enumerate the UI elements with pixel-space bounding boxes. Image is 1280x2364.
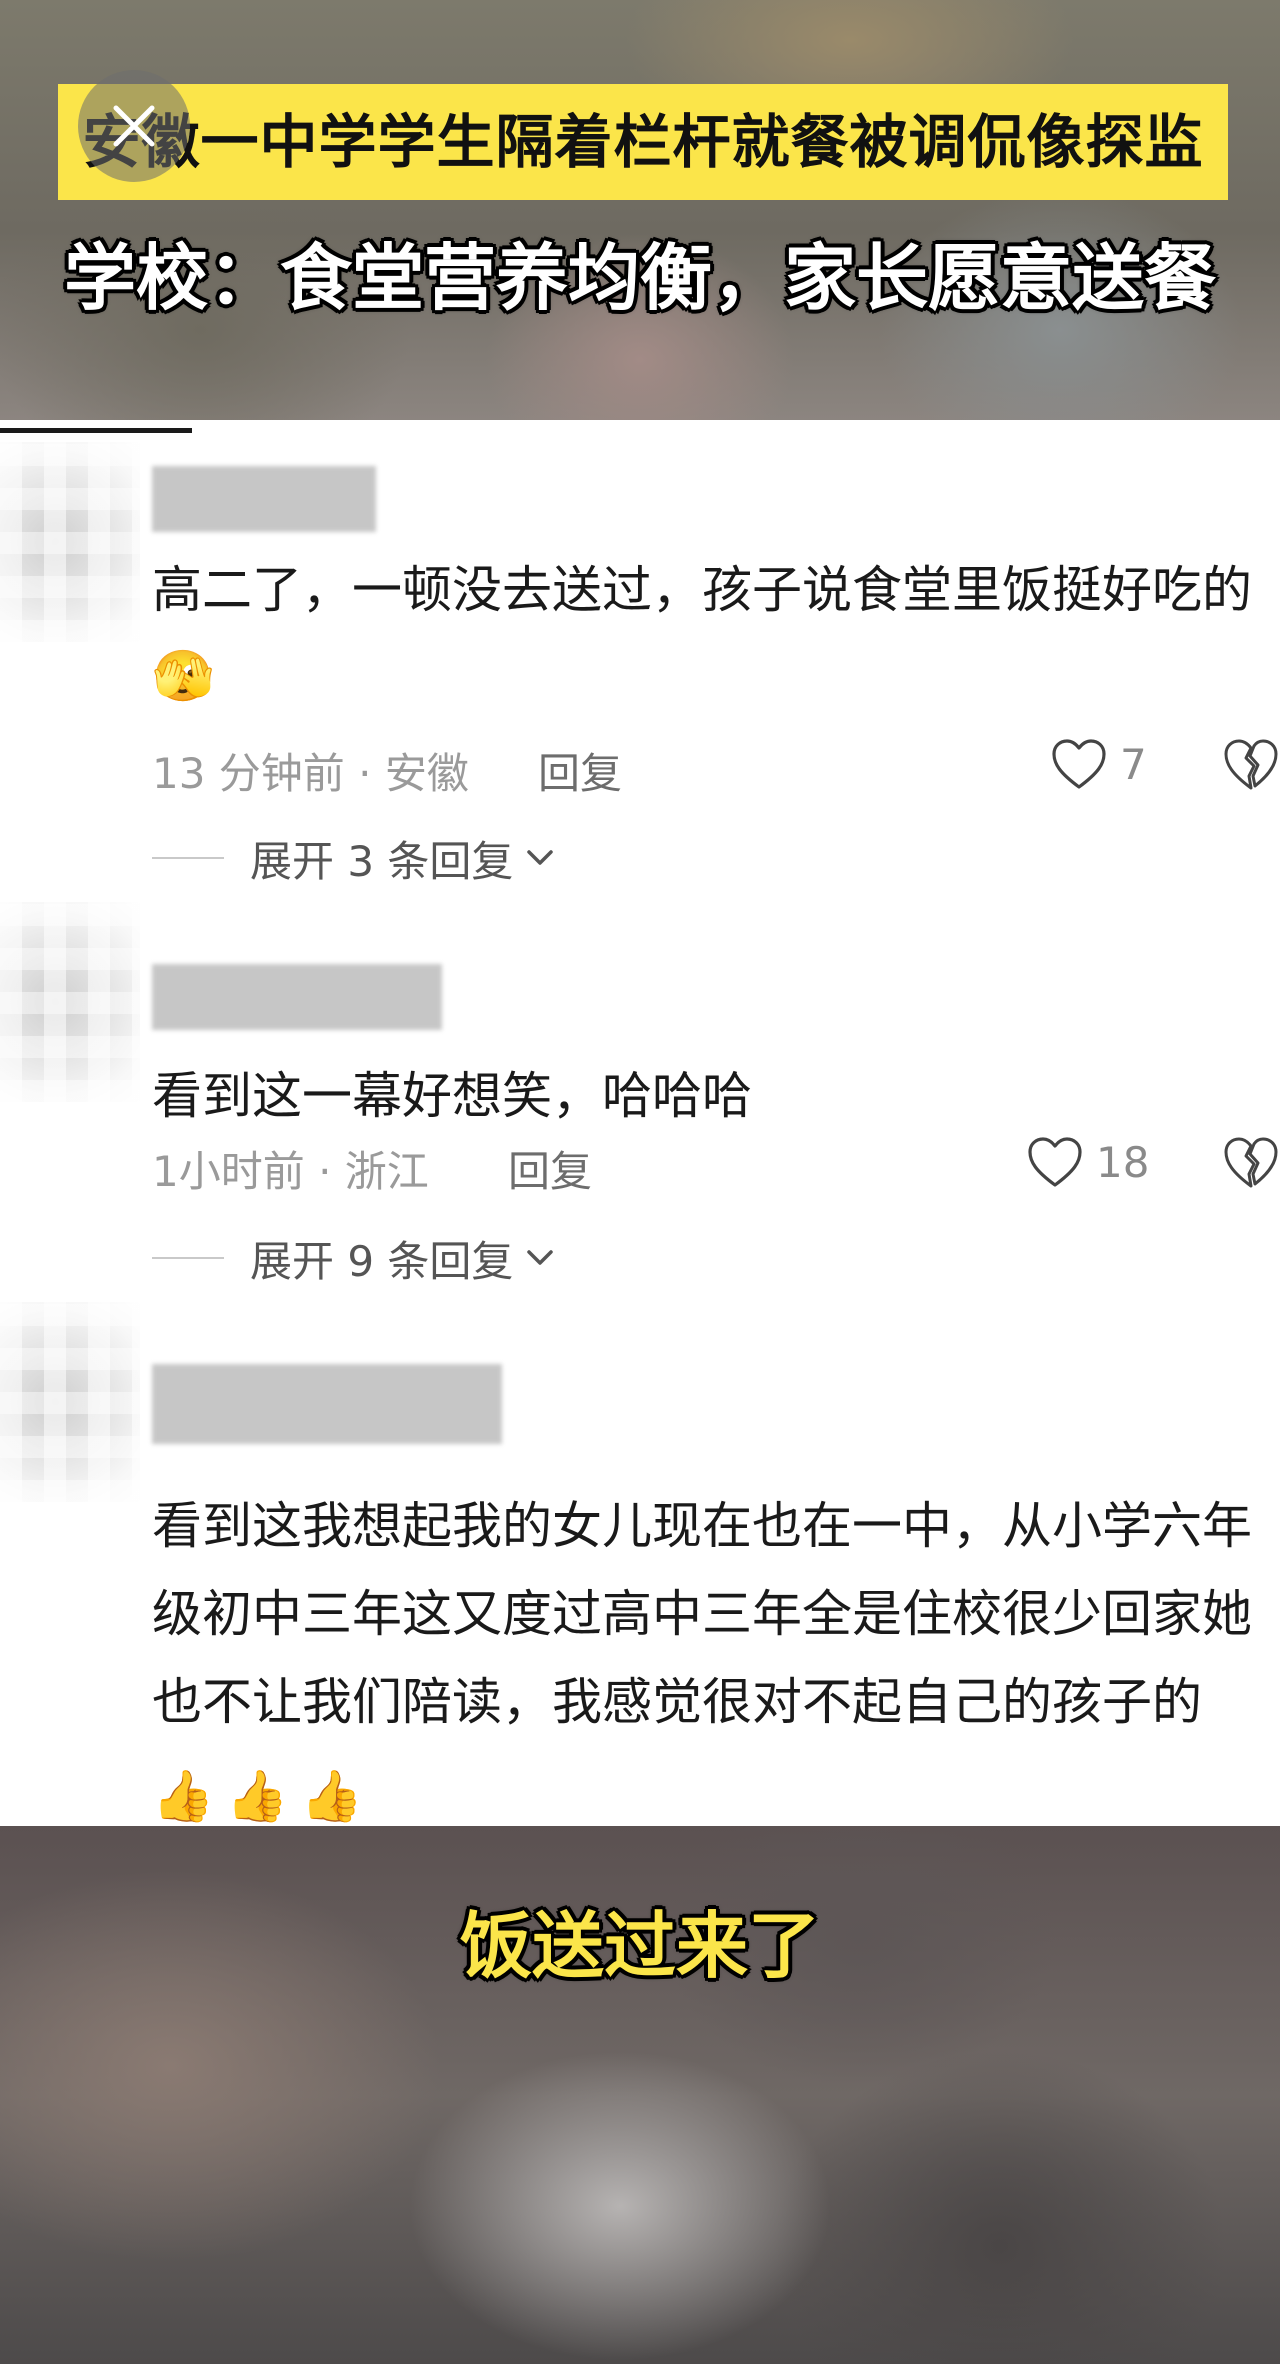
broken-heart-icon (1224, 1137, 1278, 1188)
avatar[interactable] (0, 902, 140, 1102)
comment-text: 高二了，一顿没去送过，孩子说食堂里饭挺好吃的 🫣 (152, 550, 1272, 710)
video-subtitle: 饭送过来了 (459, 1904, 820, 1988)
expand-replies-label: 展开 3 条回复 (250, 836, 514, 886)
comment-item: 看到这一幕好想笑，哈哈哈 1小时前 · 浙江 回复 18 展开 9 条回复 (0, 902, 1280, 1302)
comment-meta: 1小时前 · 浙江 回复 18 (152, 1132, 1280, 1196)
comment-text: 看到这一幕好想笑，哈哈哈 (152, 1056, 1272, 1136)
expand-divider (152, 857, 224, 859)
comment-time-location: 13 分钟前 · 安徽 (152, 749, 469, 798)
comment-time-location: 1小时前 · 浙江 (152, 1147, 429, 1196)
face-peeking-emoji-icon: 🫣 (152, 647, 215, 705)
like-count: 7 (1120, 739, 1147, 789)
chevron-down-icon (527, 850, 554, 865)
reply-button[interactable]: 回复 (538, 740, 622, 801)
broken-heart-icon (1224, 739, 1278, 790)
video-top-frame: 安徽一中学学生隔着栏杆就餐被调侃像探监 学校：食堂营养均衡，家长愿意送餐 (0, 0, 1280, 420)
expand-replies-button[interactable]: 展开 3 条回复 (152, 828, 555, 888)
thumbs-up-emoji-icon: 👍👍👍 (152, 1767, 375, 1825)
video-bottom-frame: 饭送过来了 (0, 1826, 1280, 2364)
heart-outline-icon (1028, 1137, 1082, 1187)
comment-body: 看到这一幕好想笑，哈哈哈 (152, 1067, 752, 1125)
expand-replies-label: 展开 9 条回复 (250, 1236, 514, 1286)
close-icon (113, 105, 155, 147)
comment-meta: 13 分钟前 · 安徽 回复 7 (152, 734, 1280, 798)
username-blurred[interactable] (152, 466, 376, 532)
reply-button[interactable]: 回复 (508, 1138, 592, 1199)
comment-body: 高二了，一顿没去送过，孩子说食堂里饭挺好吃的 (152, 561, 1252, 619)
expand-replies-button[interactable]: 展开 9 条回复 (152, 1228, 555, 1288)
username-blurred[interactable] (152, 1364, 502, 1444)
close-button[interactable] (78, 70, 190, 182)
avatar[interactable] (0, 1302, 140, 1502)
dislike-button[interactable] (1222, 736, 1280, 792)
video-headline: 安徽一中学学生隔着栏杆就餐被调侃像探监 (58, 84, 1228, 200)
comment-text: 看到这我想起我的女儿现在也在一中，从小学六年级初中三年这又度过高中三年全是住校很… (152, 1482, 1272, 1834)
expand-divider (152, 1257, 224, 1259)
avatar[interactable] (0, 442, 140, 642)
chevron-down-icon (527, 1250, 554, 1265)
like-button[interactable]: 7 (1050, 734, 1147, 794)
like-button[interactable]: 18 (1026, 1132, 1149, 1192)
like-count: 18 (1096, 1137, 1150, 1187)
dislike-button[interactable] (1222, 1134, 1280, 1190)
comment-item: 看到这我想起我的女儿现在也在一中，从小学六年级初中三年这又度过高中三年全是住校很… (0, 1302, 1280, 1822)
comment-item: 高二了，一顿没去送过，孩子说食堂里饭挺好吃的 🫣 13 分钟前 · 安徽 回复 7… (0, 442, 1280, 902)
comments-panel: 高二了，一顿没去送过，孩子说食堂里饭挺好吃的 🫣 13 分钟前 · 安徽 回复 7… (0, 420, 1280, 1826)
heart-outline-icon (1052, 739, 1106, 789)
video-subheadline: 学校：食堂营养均衡，家长愿意送餐 (63, 236, 1216, 320)
scroll-indicator (0, 428, 192, 433)
comment-body: 看到这我想起我的女儿现在也在一中，从小学六年级初中三年这又度过高中三年全是住校很… (152, 1497, 1252, 1731)
username-blurred[interactable] (152, 964, 442, 1030)
